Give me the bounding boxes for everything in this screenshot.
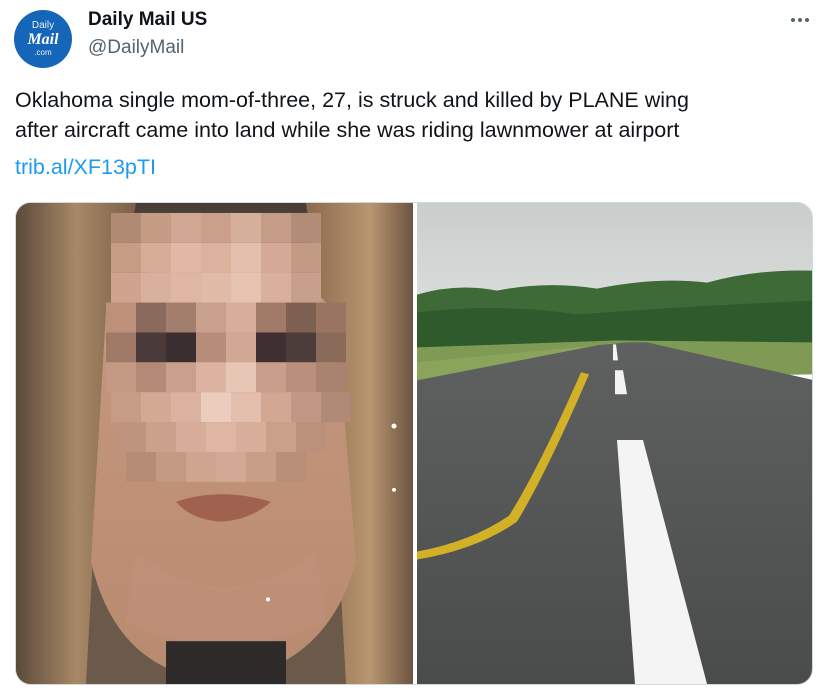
avatar-text-main: Mail <box>27 31 59 48</box>
photo-runway-image <box>417 203 812 684</box>
tweet-link[interactable]: trib.al/XF13pTI <box>15 152 156 182</box>
photo-woman-image <box>16 203 413 684</box>
photo-airport-runway[interactable] <box>417 203 812 684</box>
tweet-card[interactable]: Daily Mail .com Daily Mail US @DailyMail… <box>0 0 825 692</box>
account-display-name[interactable]: Daily Mail US <box>88 9 207 31</box>
photo-woman-selfie-pixelated[interactable] <box>16 203 413 684</box>
tweet-text-line: after aircraft came into land while she … <box>15 118 680 142</box>
tweet-text: Oklahoma single mom-of-three, 27, is str… <box>15 85 815 145</box>
more-options-icon[interactable] <box>784 8 816 32</box>
media-grid <box>15 202 813 685</box>
avatar-text-bottom: .com <box>34 48 52 57</box>
account-handle[interactable]: @DailyMail <box>88 37 184 59</box>
tweet-text-line: Oklahoma single mom-of-three, 27, is str… <box>15 88 689 112</box>
avatar[interactable]: Daily Mail .com <box>14 10 72 68</box>
avatar-text-top: Daily <box>31 20 55 31</box>
